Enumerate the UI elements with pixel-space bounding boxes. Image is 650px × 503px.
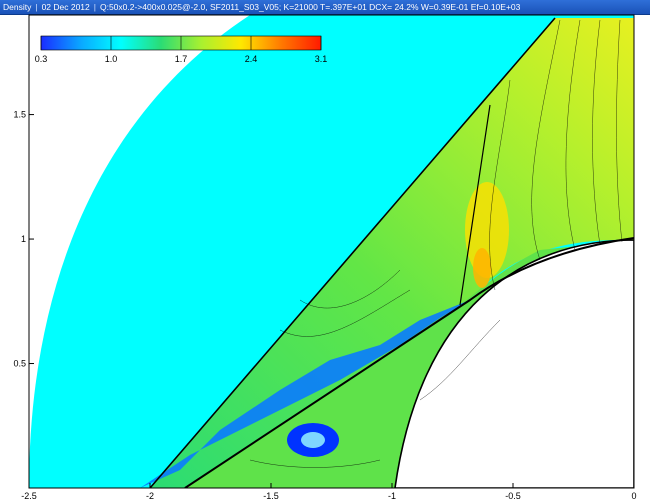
colorbar-label: 0.3 <box>35 54 48 64</box>
x-tick-label: -2.5 <box>21 491 37 501</box>
y-tick-label: 0.5 <box>13 359 26 369</box>
colorbar-label: 3.1 <box>315 54 328 64</box>
x-tick-label: -0.5 <box>505 491 521 501</box>
colorbar-label: 2.4 <box>245 54 258 64</box>
density-plot: 0.3 1.0 1.7 2.4 3.1 -2.5 -2 -1.5 -1 -0.5 0 0.5 1 1.5 <box>13 14 637 501</box>
x-tick-label: -1.5 <box>263 491 279 501</box>
hot-spot-core <box>473 248 491 288</box>
vortex-core <box>301 432 325 448</box>
colorbar-label: 1.0 <box>105 54 118 64</box>
x-tick-label: 0 <box>631 491 636 501</box>
colorbar-label: 1.7 <box>175 54 188 64</box>
x-tick-label: -2 <box>146 491 154 501</box>
y-tick-label: 1.5 <box>13 110 26 120</box>
y-tick-label: 1 <box>21 234 26 244</box>
x-tick-label: -1 <box>388 491 396 501</box>
flow-field <box>29 15 634 488</box>
